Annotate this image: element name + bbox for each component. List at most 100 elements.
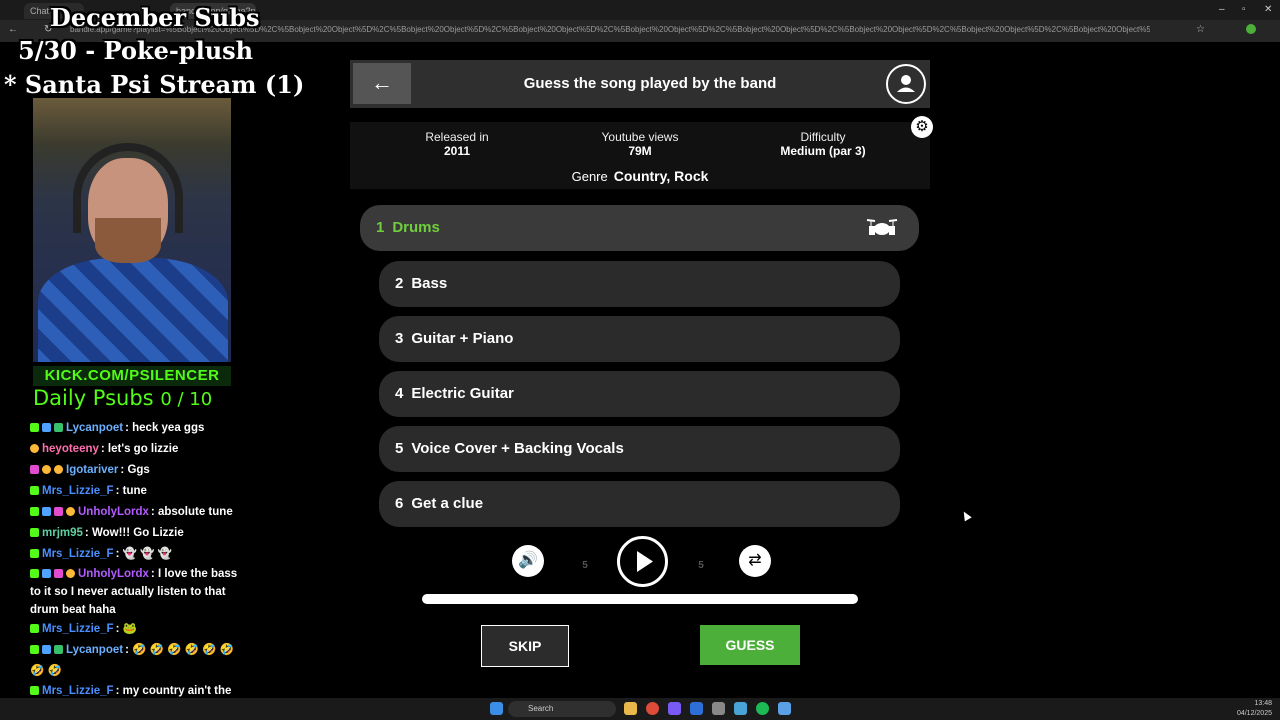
chat-username[interactable]: mrjm95 — [42, 527, 83, 539]
chat-username[interactable]: Igotariver — [66, 464, 118, 476]
app-icon[interactable] — [690, 702, 703, 715]
chat-badge-icon — [30, 569, 39, 578]
track-item-voice-cover[interactable]: 5 Voice Cover + Backing Vocals — [379, 426, 900, 472]
chat-badge-icon — [54, 465, 63, 474]
guess-button[interactable]: GUESS — [700, 625, 800, 665]
arrow-left-icon: ← — [371, 70, 393, 95]
bookmark-star-icon[interactable]: ☆ — [1196, 24, 1205, 35]
track-item-electric-guitar[interactable]: 4 Electric Guitar — [379, 371, 900, 417]
track-number: 2 — [395, 275, 404, 292]
start-icon[interactable] — [490, 702, 503, 715]
volume-button[interactable]: 🔊 — [512, 545, 544, 577]
chat-username[interactable]: Mrs_Lizzie_F — [42, 548, 114, 560]
chat-text: Wow!!! Go Lizzie — [91, 527, 184, 539]
chat-username[interactable]: Mrs_Lizzie_F — [42, 623, 114, 635]
chat-message: Igotariver: Ggs — [30, 460, 240, 481]
track-item-drums[interactable]: 1 Drums — [360, 205, 919, 251]
released-label: Released in — [425, 130, 489, 144]
windows-taskbar: Search 13:48 04/12/2025 — [0, 698, 1280, 720]
chrome-icon[interactable] — [646, 702, 659, 715]
app-icon[interactable] — [734, 702, 747, 715]
track-label: Voice Cover + Backing Vocals — [411, 440, 624, 457]
settings-button[interactable]: ⚙ — [911, 116, 933, 138]
track-item-bass[interactable]: 2 Bass — [379, 261, 900, 307]
track-number: 5 — [395, 440, 404, 457]
chat-text: absolute tune — [157, 506, 233, 518]
chat-badge-icon — [54, 507, 63, 516]
views-info: Youtube views 79M — [560, 130, 720, 158]
webcam-feed — [33, 98, 231, 362]
chat-username[interactable]: UnholyLordx — [78, 506, 149, 518]
spotify-icon[interactable] — [756, 702, 769, 715]
app-icon[interactable] — [712, 702, 725, 715]
page-title: Guess the song played by the band — [523, 75, 777, 92]
track-label: Get a clue — [411, 495, 484, 512]
notepad-icon[interactable] — [778, 702, 791, 715]
track-item-guitar-piano[interactable]: 3 Guitar + Piano — [379, 316, 900, 362]
chat-badge-icon — [42, 507, 51, 516]
chat-username[interactable]: Lycanpoet — [66, 644, 123, 656]
chat-username[interactable]: heyoteeny — [42, 443, 99, 455]
chat-badge-icon — [30, 507, 39, 516]
chat-panel: Lycanpoet: heck yea ggs heyoteeny: let's … — [30, 418, 240, 718]
chat-text: Ggs — [127, 464, 150, 476]
track-number: 3 — [395, 330, 404, 347]
chat-username[interactable]: Mrs_Lizzie_F — [42, 685, 114, 697]
chat-badge-icon — [30, 549, 39, 558]
play-icon — [637, 551, 653, 572]
skip-button[interactable]: SKIP — [481, 625, 569, 667]
daily-psubs-count: 0 / 10 — [160, 389, 213, 410]
maximize-icon[interactable]: ▫ — [1242, 4, 1246, 15]
minimize-icon[interactable]: – — [1219, 4, 1225, 15]
chat-username[interactable]: UnholyLordx — [78, 568, 149, 580]
daily-psubs-label: Daily Psubs — [33, 386, 154, 410]
back-nav-icon[interactable]: ← — [8, 24, 18, 35]
headset-icon — [73, 143, 183, 233]
mouse-cursor-icon — [960, 509, 972, 522]
back-button[interactable]: ← — [353, 63, 411, 104]
views-label: Youtube views — [601, 130, 679, 144]
app-icon[interactable] — [668, 702, 681, 715]
playback-progress-bar[interactable] — [422, 594, 858, 604]
overlay-subs-goal: 5/30 - Poke-plush — [18, 36, 254, 65]
close-window-icon[interactable]: ✕ — [1264, 4, 1272, 15]
taskbar-clock[interactable]: 13:48 04/12/2025 — [1237, 699, 1272, 719]
chat-badge-icon — [30, 624, 39, 633]
chat-badge-icon — [42, 423, 51, 432]
chat-badge-icon — [30, 423, 39, 432]
chat-badge-icon — [42, 465, 51, 474]
chat-message: UnholyLordx: absolute tune — [30, 502, 240, 523]
released-info: Released in 2011 — [377, 130, 537, 158]
chat-separator: : — [84, 527, 92, 539]
forward-button[interactable]: 5 — [686, 546, 716, 576]
chat-message: Mrs_Lizzie_F: 👻 👻 👻 — [30, 544, 240, 565]
play-button[interactable] — [617, 536, 668, 587]
chat-separator: : — [150, 506, 158, 518]
difficulty-value: Medium (par 3) — [780, 144, 866, 158]
user-icon — [897, 75, 915, 92]
track-label: Guitar + Piano — [411, 330, 514, 347]
chat-badge-icon — [30, 528, 39, 537]
difficulty-label: Difficulty — [800, 130, 846, 144]
gear-icon: ⚙ — [915, 118, 929, 135]
taskbar-search[interactable]: Search — [508, 701, 616, 717]
track-label: Electric Guitar — [411, 385, 514, 402]
loop-button[interactable]: ⇄ — [739, 545, 771, 577]
chat-username[interactable]: Mrs_Lizzie_F — [42, 485, 114, 497]
chat-message: heyoteeny: let's go lizzie — [30, 439, 240, 460]
rewind-button[interactable]: 5 — [570, 546, 600, 576]
chat-badge-icon — [30, 686, 39, 695]
game-header: ← Guess the song played by the band — [350, 60, 930, 108]
chat-badge-icon — [54, 569, 63, 578]
profile-avatar-icon[interactable] — [1246, 24, 1256, 34]
genre-label: Genre — [571, 169, 608, 184]
chat-message: Mrs_Lizzie_F: 🐸 — [30, 619, 240, 640]
file-explorer-icon[interactable] — [624, 702, 637, 715]
track-item-get-clue[interactable]: 6 Get a clue — [379, 481, 900, 527]
shuffle-icon: ⇄ — [748, 552, 762, 569]
chat-badge-icon — [54, 645, 63, 654]
profile-button[interactable] — [886, 64, 926, 104]
chat-text: heck yea ggs — [132, 422, 205, 434]
chat-username[interactable]: Lycanpoet — [66, 422, 123, 434]
chat-badge-icon — [42, 645, 51, 654]
